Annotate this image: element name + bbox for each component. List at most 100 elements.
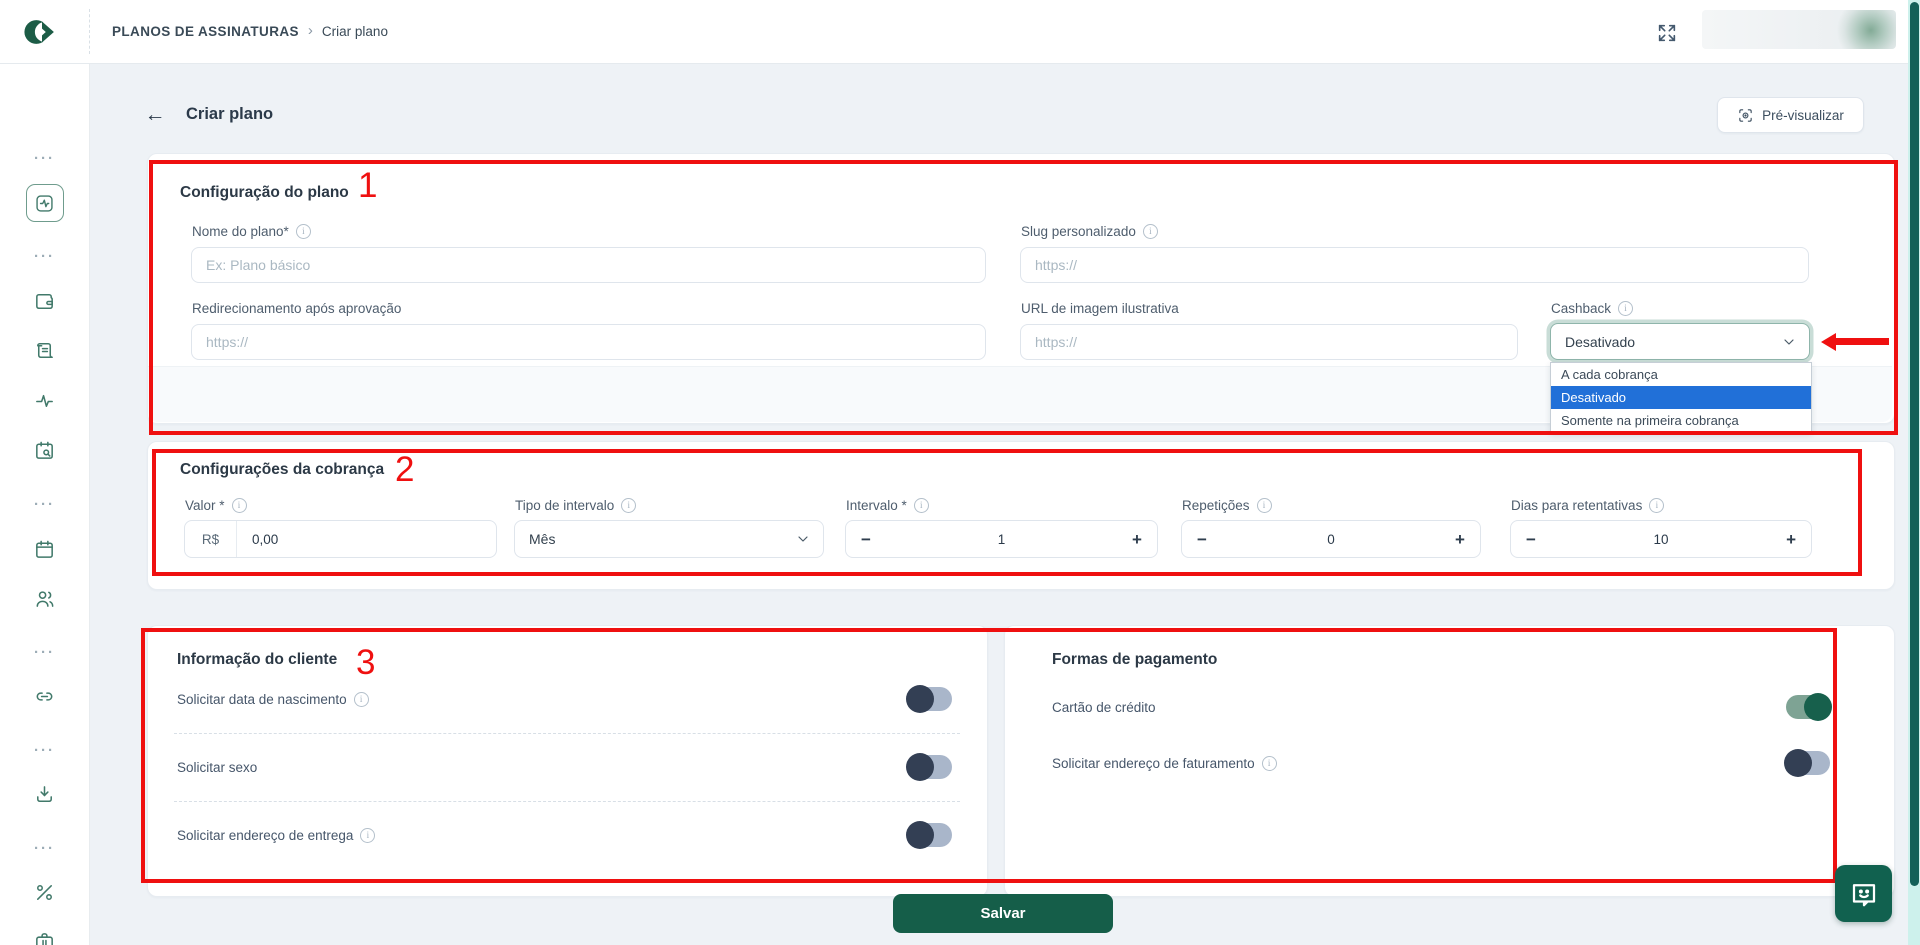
cashback-select[interactable]: Desativado — [1550, 323, 1810, 360]
slug-label: Slug personalizado — [1021, 224, 1158, 239]
sidebar-group-ellipsis: ··· — [0, 147, 89, 169]
interval-type-label: Tipo de intervalo — [515, 498, 636, 513]
plan-name-input[interactable] — [191, 247, 986, 283]
sidebar-item-customers[interactable] — [0, 586, 89, 610]
info-icon[interactable] — [1649, 498, 1664, 513]
billing-address-toggle[interactable] — [1786, 751, 1830, 775]
info-icon[interactable] — [621, 498, 636, 513]
billing-config-card — [147, 441, 1895, 590]
sidebar-group-ellipsis: ··· — [0, 739, 89, 761]
toggle-knob — [1784, 749, 1812, 777]
preview-eye-icon — [1737, 107, 1754, 124]
users-icon — [33, 587, 56, 610]
interval-type-value: Mês — [529, 531, 555, 547]
cashback-option-first-charge[interactable]: Somente na primeira cobrança — [1551, 409, 1811, 432]
save-button[interactable]: Salvar — [893, 894, 1113, 933]
preview-button[interactable]: Pré-visualizar — [1717, 97, 1864, 133]
wallet-icon — [33, 290, 56, 313]
plus-button[interactable]: + — [1132, 531, 1142, 548]
repetitions-value[interactable]: 0 — [1327, 532, 1335, 547]
minus-button[interactable]: − — [1197, 531, 1207, 548]
slug-input[interactable] — [1020, 247, 1809, 283]
page-title: Criar plano — [186, 105, 273, 124]
chevron-down-icon — [1781, 334, 1797, 350]
credit-card-toggle[interactable] — [1786, 695, 1830, 719]
chat-widget-button[interactable] — [1835, 865, 1892, 922]
info-icon[interactable] — [914, 498, 929, 513]
image-url-input[interactable] — [1020, 324, 1518, 360]
receipt-scroll-icon — [33, 339, 56, 362]
info-icon[interactable] — [354, 692, 369, 707]
info-icon[interactable] — [232, 498, 247, 513]
interval-type-select[interactable]: Mês — [514, 520, 824, 558]
birthdate-toggle[interactable] — [908, 687, 952, 711]
fullscreen-icon[interactable] — [1656, 22, 1678, 44]
activity-pulse-icon — [33, 389, 56, 412]
cashback-select-value: Desativado — [1565, 334, 1635, 350]
credit-card-toggle-label: Cartão de crédito — [1052, 700, 1156, 715]
interval-value[interactable]: 1 — [998, 532, 1006, 547]
sidebar-item-calendar-search[interactable] — [0, 438, 89, 462]
info-icon[interactable] — [1618, 301, 1633, 316]
sidebar-group-ellipsis: ··· — [0, 641, 89, 663]
breadcrumb-section[interactable]: PLANOS DE ASSINATURAS — [112, 24, 299, 39]
create-plan-page: PLANOS DE ASSINATURAS › Criar plano ··· … — [0, 0, 1920, 945]
sex-toggle-label: Solicitar sexo — [177, 760, 257, 775]
sidebar-nav: ··· ··· ··· ··· ··· — [0, 63, 90, 945]
sidebar-item-dashboard[interactable] — [0, 185, 89, 221]
sidebar-item-wallet[interactable] — [0, 289, 89, 313]
preview-button-label: Pré-visualizar — [1762, 108, 1844, 123]
cashback-label: Cashback — [1551, 301, 1633, 316]
minus-button[interactable]: − — [861, 531, 871, 548]
info-icon[interactable] — [360, 828, 375, 843]
sidebar-group-ellipsis: ··· — [0, 245, 89, 267]
sidebar-item-exports[interactable] — [0, 782, 89, 806]
cashback-option-every-charge[interactable]: A cada cobrança — [1551, 363, 1811, 386]
sidebar-group-ellipsis: ··· — [0, 493, 89, 515]
scrollbar-thumb[interactable] — [1910, 2, 1919, 886]
toggle-knob — [906, 685, 934, 713]
payment-methods-title: Formas de pagamento — [1052, 651, 1217, 669]
customer-info-title: Informação do cliente — [177, 651, 337, 669]
info-icon[interactable] — [1262, 756, 1277, 771]
topbar-divider — [89, 9, 90, 54]
shipping-address-toggle[interactable] — [908, 823, 952, 847]
interval-label: Intervalo * — [846, 498, 929, 513]
plan-name-label: Nome do plano* — [192, 224, 311, 239]
sidebar-item-activity[interactable] — [0, 388, 89, 412]
minus-button[interactable]: − — [1526, 531, 1536, 548]
back-button[interactable]: ← — [142, 102, 168, 128]
sidebar-item-links[interactable] — [0, 684, 89, 708]
valor-input[interactable]: R$ 0,00 — [184, 520, 497, 558]
user-menu-blurred[interactable] — [1702, 10, 1896, 49]
toggle-knob — [906, 821, 934, 849]
brand-logo-icon[interactable] — [22, 13, 62, 51]
info-icon[interactable] — [296, 224, 311, 239]
valor-label: Valor * — [185, 498, 247, 513]
plus-button[interactable]: + — [1455, 531, 1465, 548]
info-icon[interactable] — [1257, 498, 1272, 513]
sidebar-item-discounts[interactable] — [0, 880, 89, 904]
retry-days-label: Dias para retentativas — [1511, 498, 1664, 513]
calendar-search-icon — [33, 439, 56, 462]
active-item-box — [26, 184, 64, 222]
link-icon — [33, 685, 56, 708]
sex-toggle[interactable] — [908, 755, 952, 779]
valor-value: 0,00 — [237, 532, 278, 547]
sidebar-item-calendar[interactable] — [0, 537, 89, 561]
repetitions-label: Repetições — [1182, 498, 1272, 513]
plan-config-title: Configuração do plano — [180, 184, 349, 202]
info-icon[interactable] — [1143, 224, 1158, 239]
sidebar-item-business[interactable] — [0, 929, 89, 945]
row-divider — [174, 733, 960, 734]
billing-config-title: Configurações da cobrança — [180, 461, 384, 479]
sidebar-group-ellipsis: ··· — [0, 837, 89, 859]
retry-days-value[interactable]: 10 — [1653, 532, 1668, 547]
redirect-input[interactable] — [191, 324, 986, 360]
chat-smiley-icon — [1849, 879, 1879, 909]
toggle-knob — [906, 753, 934, 781]
cashback-option-disabled[interactable]: Desativado — [1551, 386, 1811, 409]
plus-button[interactable]: + — [1786, 531, 1796, 548]
sidebar-item-receipt[interactable] — [0, 338, 89, 362]
cashback-dropdown: A cada cobrança Desativado Somente na pr… — [1550, 362, 1812, 433]
